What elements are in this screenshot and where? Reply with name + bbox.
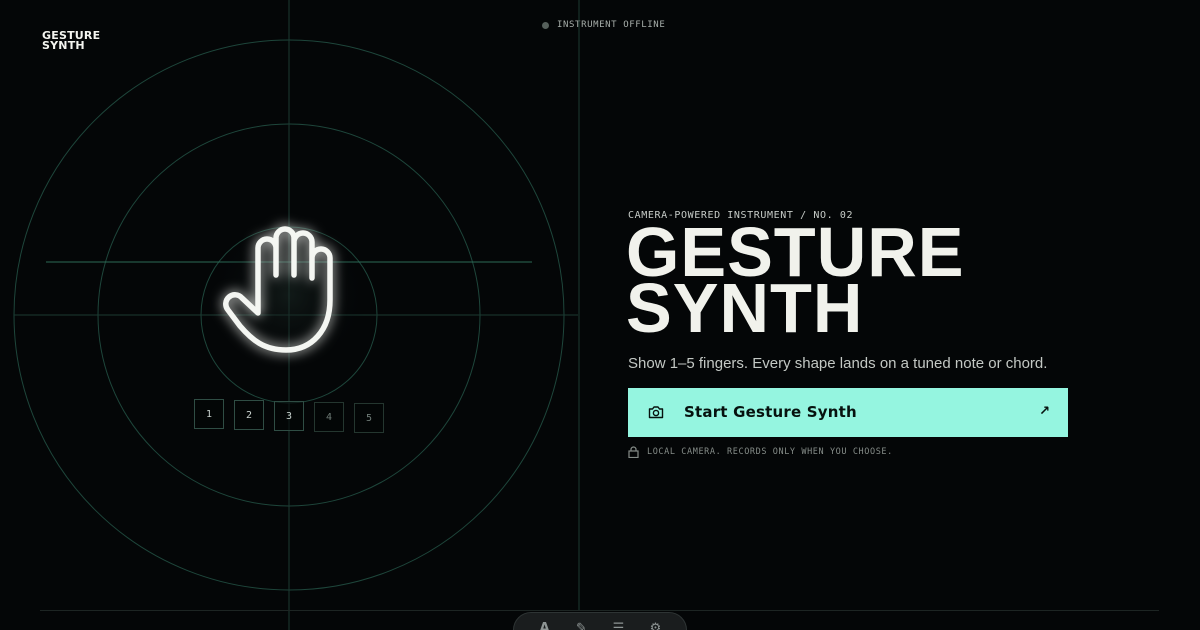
finger-count-2: 2: [234, 400, 264, 430]
camera-icon: [648, 406, 664, 419]
text-tool-icon[interactable]: A: [535, 621, 555, 630]
start-gesture-synth-button[interactable]: Start Gesture Synth ↗: [628, 388, 1068, 437]
gear-icon[interactable]: ⚙: [646, 621, 666, 630]
menu-icon[interactable]: ☰: [609, 621, 629, 630]
cta-label: Start Gesture Synth: [684, 403, 857, 421]
gesture-stage: 1 2 3 4 5: [0, 0, 600, 630]
lock-icon: [628, 446, 639, 458]
tool-dock: A ✎ ☰ ⚙: [513, 612, 687, 630]
brush-icon[interactable]: ✎: [572, 621, 592, 630]
stage-grid: [13, 0, 580, 630]
arrow-up-right-icon: ↗: [1039, 404, 1050, 419]
finger-count-4: 4: [314, 402, 344, 432]
privacy-note: LOCAL CAMERA. RECORDS ONLY WHEN YOU CHOO…: [628, 446, 893, 458]
finger-count-1: 1: [194, 399, 224, 429]
finger-count-3: 3: [274, 401, 304, 431]
page-title: GESTURE SYNTH: [626, 217, 964, 343]
finger-count-5: 5: [354, 403, 384, 433]
footer-divider: [40, 610, 1159, 611]
privacy-text: LOCAL CAMERA. RECORDS ONLY WHEN YOU CHOO…: [647, 447, 893, 457]
hero-tagline: Show 1–5 fingers. Every shape lands on a…: [628, 355, 1048, 372]
page: GESTURE SYNTH INSTRUMENT OFFLINE 1 2 3 4…: [0, 0, 1200, 630]
